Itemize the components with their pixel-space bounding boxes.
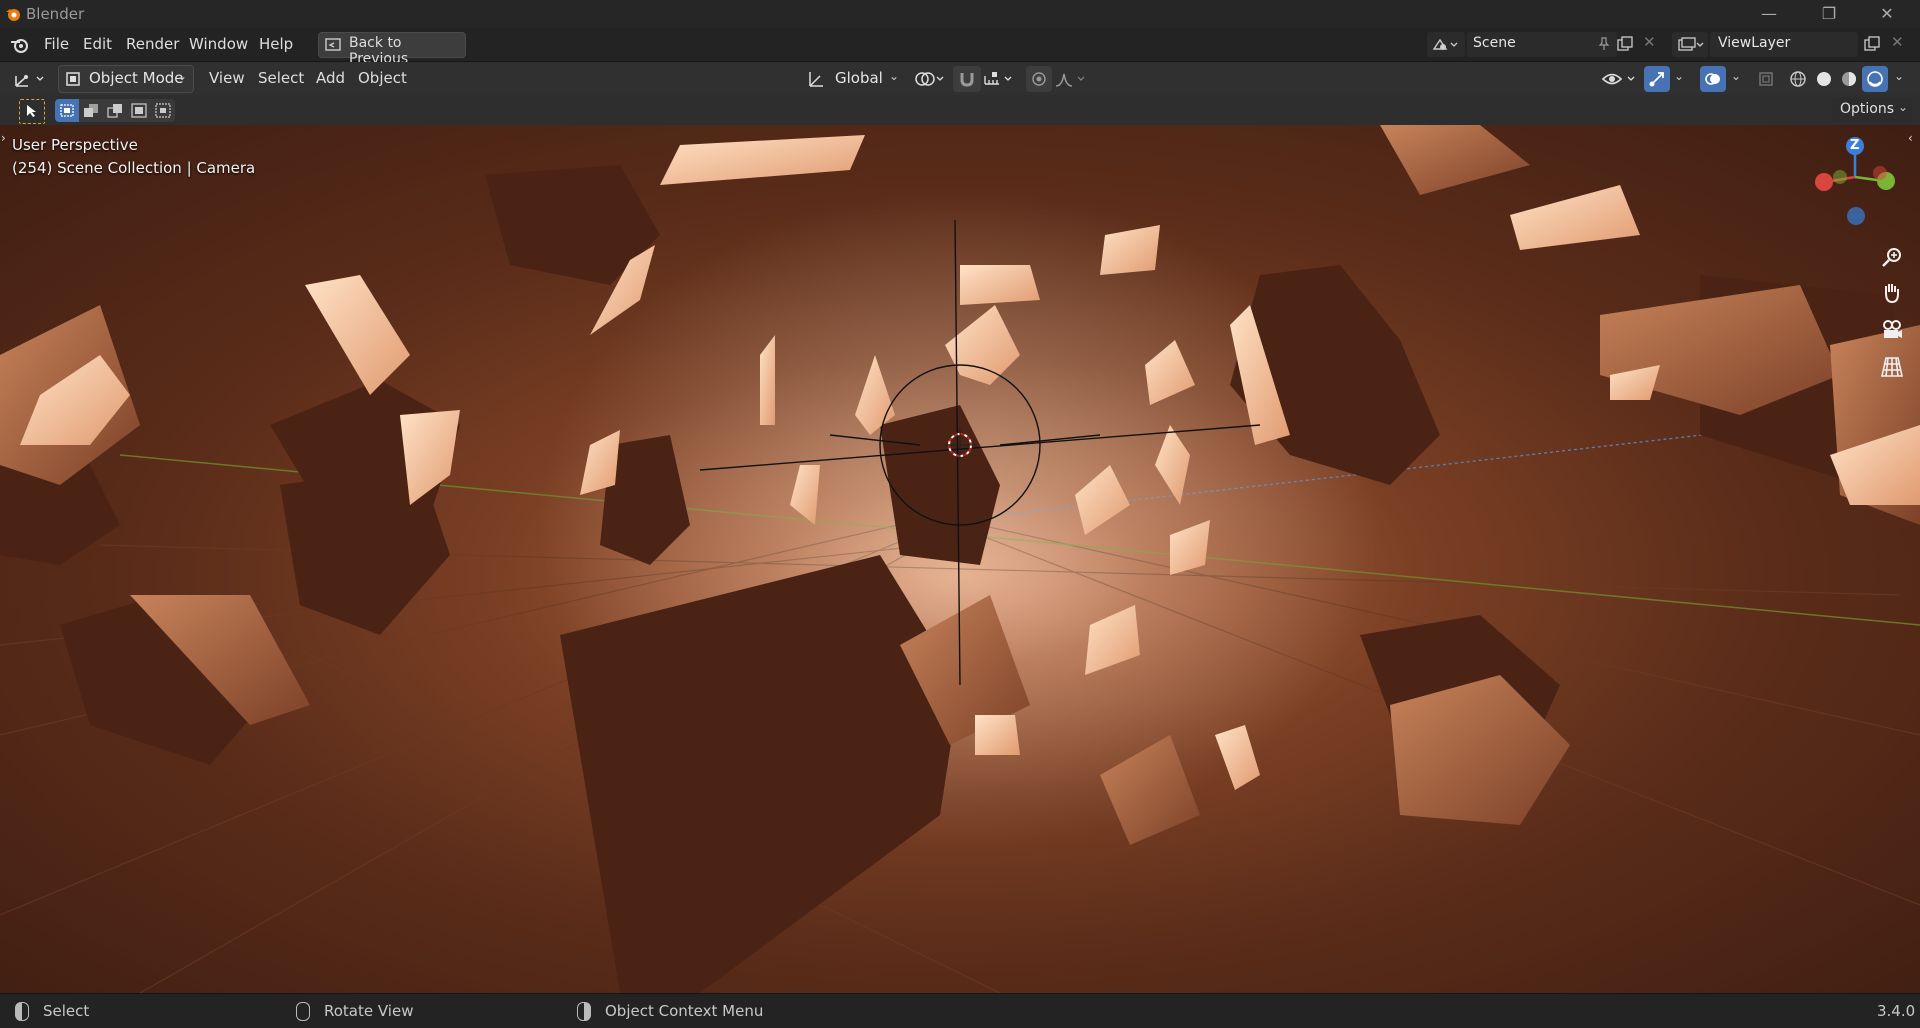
- solid-shading-icon[interactable]: [1815, 70, 1833, 88]
- select-subtract-icon[interactable]: [107, 103, 123, 118]
- select-extend-icon[interactable]: [83, 103, 99, 118]
- view-perspective-label: User Perspective: [12, 136, 138, 154]
- new-viewlayer-icon[interactable]: [1864, 36, 1880, 52]
- proportional-edit-icon: [1032, 72, 1046, 86]
- back-to-previous-button[interactable]: Back to Previous: [318, 32, 466, 67]
- zoom-icon[interactable]: [1880, 245, 1904, 269]
- orientation-global-icon: [809, 72, 823, 87]
- transform-orientation-label: Global: [835, 69, 883, 87]
- magnet-icon: [960, 73, 974, 87]
- select-tool-button[interactable]: [19, 99, 45, 124]
- gizmo-toggle[interactable]: [1644, 66, 1670, 92]
- window-title: Blender: [26, 5, 85, 23]
- rendered-shading-icon: [1867, 71, 1883, 87]
- falloff-curve-icon[interactable]: [1054, 70, 1090, 88]
- scene-render: [0, 125, 1920, 993]
- minimize-button[interactable]: —: [1740, 0, 1798, 28]
- delete-viewlayer-icon[interactable]: ✕: [1891, 33, 1904, 51]
- material-preview-icon[interactable]: [1840, 70, 1858, 88]
- select-new-icon: [60, 104, 74, 117]
- menu-help[interactable]: Help: [253, 28, 299, 61]
- object-mode-label: Object Mode: [89, 69, 184, 87]
- select-new-button[interactable]: [55, 99, 79, 122]
- scene-icon: [1432, 38, 1458, 50]
- scene-name-field[interactable]: Scene: [1467, 32, 1617, 57]
- viewlayer-name-field[interactable]: ViewLayer: [1710, 32, 1858, 57]
- status-bar: Select Rotate View Object Context Menu 3…: [0, 993, 1920, 1028]
- close-window-button[interactable]: ✕: [1858, 0, 1916, 28]
- version-label: 3.4.0: [1877, 1002, 1916, 1020]
- chevron-down-icon: ⌄: [1898, 100, 1909, 114]
- status-select-label: Select: [43, 1002, 90, 1020]
- gizmo-icon: [1649, 72, 1664, 87]
- toolbar-expand-icon[interactable]: ›: [1, 131, 6, 145]
- overlays-options-chevron-icon[interactable]: ⌄: [1731, 69, 1741, 83]
- blender-logo-icon: [6, 9, 20, 21]
- menu-file[interactable]: File: [38, 28, 75, 61]
- menu-render[interactable]: Render: [120, 28, 185, 61]
- select-invert-icon[interactable]: [131, 103, 147, 118]
- status-rotate-label: Rotate View: [324, 1002, 414, 1020]
- viewport-header: Object Mode ⌄ View Select Add Object Glo…: [0, 62, 1920, 95]
- overlays-icon: [1705, 73, 1720, 85]
- status-context-menu-label: Object Context Menu: [605, 1002, 764, 1020]
- viewlayer-name: ViewLayer: [1718, 35, 1791, 51]
- restore-button[interactable]: ❐: [1800, 0, 1858, 28]
- proportional-editing-toggle[interactable]: [1026, 66, 1052, 92]
- editor-type-button[interactable]: [10, 67, 50, 91]
- blender-menu-icon[interactable]: [10, 36, 30, 54]
- viewlayer-browse-button[interactable]: [1672, 32, 1708, 57]
- gizmo-options-chevron-icon[interactable]: ⌄: [1674, 69, 1684, 83]
- pan-hand-icon[interactable]: [1880, 281, 1904, 305]
- transform-orientation-dropdown[interactable]: Global ⌄: [805, 66, 903, 92]
- pin-icon[interactable]: [1597, 37, 1611, 51]
- gizmo-z-label: Z: [1850, 138, 1860, 153]
- options-label: Options: [1840, 101, 1895, 117]
- pivot-point-icon[interactable]: [914, 70, 948, 88]
- wireframe-shading-icon[interactable]: [1789, 70, 1807, 88]
- chevron-down-icon: ⌄: [889, 69, 900, 83]
- object-mode-dropdown[interactable]: Object Mode ⌄: [58, 65, 194, 93]
- delete-scene-icon[interactable]: ✕: [1643, 33, 1656, 51]
- tool-settings-bar: Options ⌄: [0, 95, 1920, 125]
- rendered-shading-toggle[interactable]: [1862, 66, 1888, 92]
- perspective-toggle-icon[interactable]: [1880, 355, 1904, 379]
- title-bar: Blender — ❐ ✕: [0, 0, 1920, 28]
- snap-toggle[interactable]: [953, 66, 981, 92]
- select-intersect-icon[interactable]: [155, 103, 171, 118]
- cursor-arrow-icon: [27, 105, 36, 117]
- scene-name: Scene: [1473, 35, 1516, 51]
- menu-edit[interactable]: Edit: [77, 28, 118, 61]
- chevron-down-icon: ⌄: [177, 69, 188, 83]
- scene-browse-button[interactable]: [1427, 32, 1465, 57]
- camera-view-icon[interactable]: [1880, 318, 1904, 342]
- render-layers-icon: [1678, 37, 1704, 51]
- mouse-middle-icon: [296, 1002, 310, 1021]
- new-scene-icon[interactable]: [1617, 36, 1633, 52]
- menu-add[interactable]: Add: [316, 62, 345, 95]
- menu-window[interactable]: Window: [183, 28, 254, 61]
- mouse-right-icon: [577, 1002, 591, 1021]
- collection-info-label: (254) Scene Collection | Camera: [12, 159, 256, 177]
- overlays-toggle[interactable]: [1700, 66, 1726, 92]
- xray-toggle-icon[interactable]: [1758, 71, 1774, 87]
- shading-options-chevron-icon[interactable]: ⌄: [1894, 69, 1904, 83]
- mouse-left-icon: [15, 1002, 29, 1021]
- menu-object[interactable]: Object: [358, 62, 407, 95]
- menu-select[interactable]: Select: [258, 62, 304, 95]
- object-mode-icon: [66, 72, 80, 86]
- sidebar-expand-icon[interactable]: ‹: [1908, 131, 1913, 145]
- axes-editor-icon: [15, 75, 44, 87]
- options-dropdown[interactable]: Options ⌄: [1832, 98, 1912, 122]
- visibility-eye-icon[interactable]: [1600, 68, 1640, 90]
- screen-back-icon: [325, 38, 341, 51]
- snap-increment-icon[interactable]: [983, 70, 1017, 88]
- 3d-viewport[interactable]: User Perspective (254) Scene Collection …: [0, 125, 1920, 993]
- menu-view[interactable]: View: [209, 62, 245, 95]
- top-menu-bar: File Edit Render Window Help Back to Pre…: [0, 28, 1920, 67]
- selection-mode-group: [55, 99, 175, 122]
